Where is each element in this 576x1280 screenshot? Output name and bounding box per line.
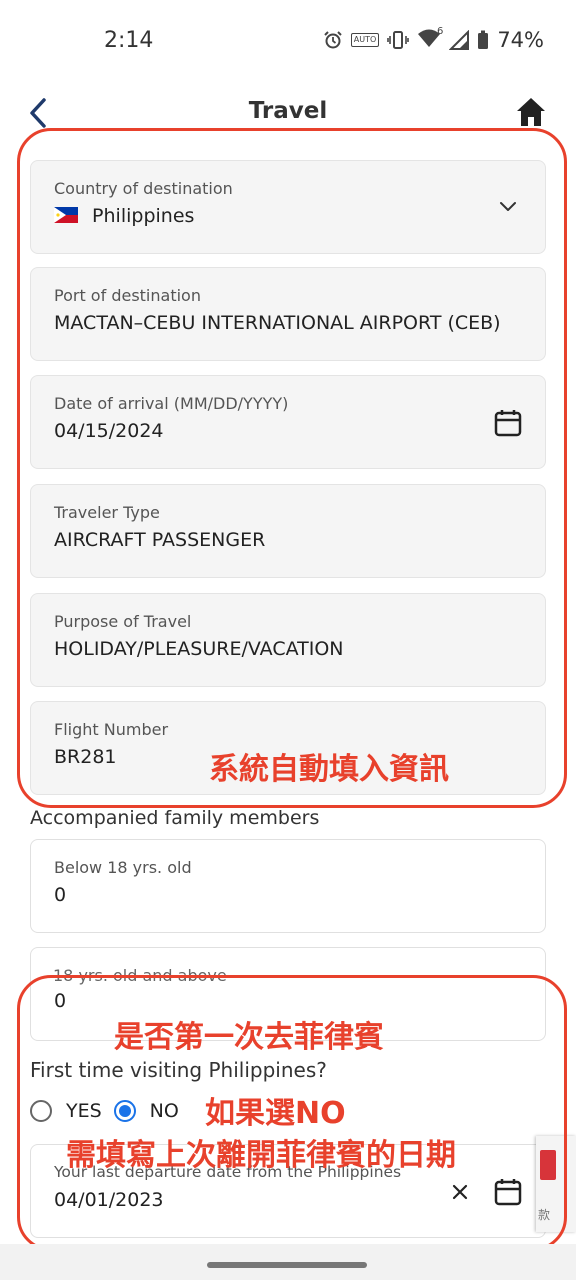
recaptcha-text: 款: [538, 1208, 551, 1222]
port-label: Port of destination: [54, 286, 201, 305]
radio-yes[interactable]: [30, 1100, 52, 1122]
annotation-if-no-text: 如果選NO: [205, 1096, 346, 1131]
home-gesture-handle[interactable]: [207, 1262, 367, 1268]
flight-label: Flight Number: [54, 720, 169, 739]
status-bar: 2:14 AUTO 6 74%: [0, 0, 576, 84]
radio-no-label[interactable]: NO: [150, 1100, 179, 1122]
country-of-destination-select[interactable]: Country of destination Philippines: [30, 160, 546, 254]
calendar-icon[interactable]: [493, 1177, 523, 1207]
date-of-arrival-field[interactable]: Date of arrival (MM/DD/YYYY) 04/15/2024: [30, 375, 546, 469]
calendar-icon[interactable]: [493, 408, 523, 438]
purpose-label: Purpose of Travel: [54, 612, 192, 631]
vibrate-icon: [387, 31, 410, 49]
app-header: Travel: [0, 84, 576, 144]
clear-icon[interactable]: [449, 1181, 471, 1203]
country-value: Philippines: [54, 205, 194, 227]
first-time-radio-group: YES NO: [30, 1100, 191, 1122]
wifi-icon: 6: [417, 26, 444, 52]
chevron-down-icon[interactable]: [493, 191, 523, 221]
below-18-field[interactable]: Below 18 yrs. old 0: [30, 839, 546, 933]
home-icon: [517, 98, 545, 126]
arrival-label: Date of arrival (MM/DD/YYYY): [54, 394, 289, 413]
country-label: Country of destination: [54, 179, 233, 198]
annotation-first-time-text: 是否第一次去菲律賓: [114, 1020, 384, 1055]
philippines-flag-icon: [54, 207, 78, 223]
alarm-icon: [324, 31, 342, 49]
status-time: 2:14: [104, 28, 154, 53]
annotation-autofill-text: 系統自動填入資訊: [209, 752, 449, 787]
purpose-of-travel-field[interactable]: Purpose of Travel HOLIDAY/PLEASURE/VACAT…: [30, 593, 546, 687]
page-title: Travel: [248, 98, 328, 124]
above-18-value: 0: [54, 990, 67, 1012]
country-text: Philippines: [92, 205, 195, 227]
signal-badge: 6: [436, 26, 444, 37]
purpose-value: HOLIDAY/PLEASURE/VACATION: [54, 638, 344, 660]
arrival-value: 04/15/2024: [54, 420, 164, 442]
status-icons: AUTO 6 74%: [323, 26, 544, 52]
port-value: MACTAN–CEBU INTERNATIONAL AIRPORT (CEB): [54, 312, 501, 334]
below-18-label: Below 18 yrs. old: [54, 858, 192, 877]
traveler-type-value: AIRCRAFT PASSENGER: [54, 529, 266, 551]
port-of-destination-field[interactable]: Port of destination MACTAN–CEBU INTERNAT…: [30, 267, 546, 361]
cell-signal-icon: [449, 30, 470, 50]
traveler-type-label: Traveler Type: [54, 503, 160, 522]
radio-yes-label[interactable]: YES: [66, 1100, 102, 1122]
system-nav-bar: [0, 1244, 576, 1280]
above-18-label: 18 yrs. old and above: [53, 966, 227, 985]
battery-percentage: 74%: [497, 28, 544, 52]
accompanied-family-label: Accompanied family members: [30, 807, 320, 829]
recaptcha-logo-icon: [540, 1150, 556, 1180]
last-departure-value: 04/01/2023: [54, 1189, 164, 1211]
auto-brightness-icon: AUTO: [350, 33, 380, 47]
flight-value: BR281: [54, 746, 117, 768]
annotation-need-date-text: 需填寫上次離開菲律賓的日期: [66, 1138, 456, 1173]
battery-icon: [478, 30, 489, 49]
traveler-type-field[interactable]: Traveler Type AIRCRAFT PASSENGER: [30, 484, 546, 578]
radio-no[interactable]: [113, 1100, 136, 1122]
first-time-question: First time visiting Philippines?: [30, 1058, 327, 1082]
below-18-value: 0: [54, 884, 67, 906]
home-button[interactable]: [516, 96, 546, 128]
recaptcha-badge[interactable]: 款: [536, 1136, 576, 1232]
